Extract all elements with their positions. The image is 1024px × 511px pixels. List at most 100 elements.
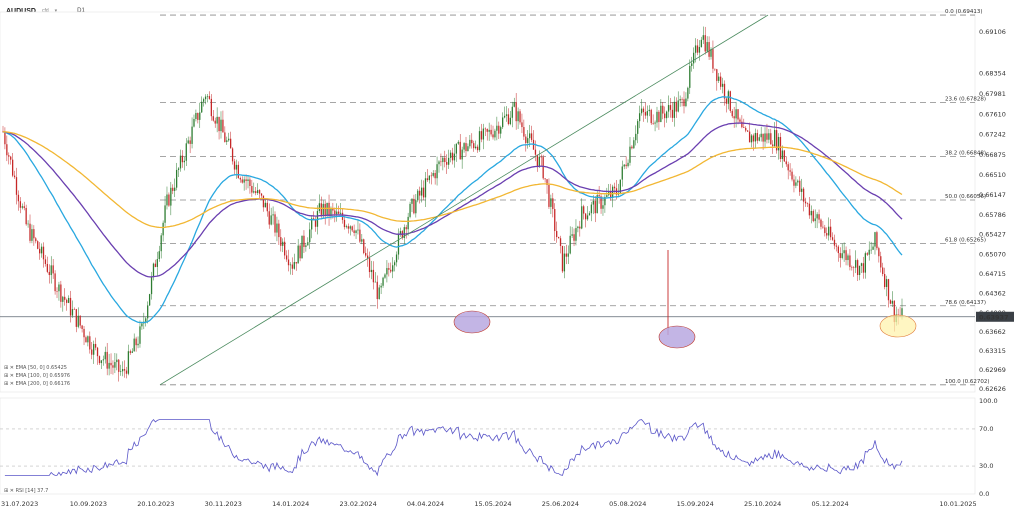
candle-body xyxy=(150,276,153,295)
candle-body xyxy=(556,231,558,238)
candle-body xyxy=(756,133,758,141)
candle-body xyxy=(139,326,141,344)
candle-body xyxy=(685,98,687,107)
candle-body xyxy=(112,365,114,368)
candle-body xyxy=(716,69,718,81)
candle-body xyxy=(689,65,691,88)
candle-body xyxy=(201,101,203,113)
candle-body xyxy=(708,42,710,57)
candle-body xyxy=(478,131,481,151)
candle-body xyxy=(588,213,591,216)
candle-body xyxy=(515,102,517,122)
candle-body xyxy=(745,127,747,131)
candle-body xyxy=(202,99,205,102)
candle-body xyxy=(521,122,523,128)
candle-body xyxy=(860,263,863,266)
price-tick-label: 0.63662 xyxy=(979,328,1006,336)
candle-body xyxy=(355,230,357,233)
candle-body xyxy=(145,318,147,322)
candle-body xyxy=(438,161,440,165)
candle-body xyxy=(353,230,355,233)
candle-body xyxy=(781,150,784,159)
date-tick-label: 05.08.2024 xyxy=(609,500,646,508)
candle-body xyxy=(260,193,263,196)
candle-body xyxy=(189,140,191,144)
price-tick-label: 0.69106 xyxy=(979,28,1006,36)
candle-body xyxy=(625,164,627,167)
candle-body xyxy=(295,262,297,264)
candle-body xyxy=(777,136,780,151)
candle-body xyxy=(772,144,774,147)
candle-body xyxy=(602,205,604,209)
candle-body xyxy=(731,110,733,117)
candle-body xyxy=(228,138,230,141)
candle-body xyxy=(801,188,803,192)
candle-body xyxy=(449,152,452,158)
candle-body xyxy=(71,309,74,316)
candle-body xyxy=(461,149,463,160)
candle-body xyxy=(440,161,442,163)
candle-body xyxy=(299,245,301,259)
candle-body xyxy=(162,222,164,236)
candle-body xyxy=(264,202,267,208)
candle-body xyxy=(66,299,68,303)
candle-body xyxy=(164,205,166,223)
candle-body xyxy=(102,359,104,361)
date-tick-label: 31.07.2023 xyxy=(1,500,38,508)
candle-body xyxy=(550,198,552,207)
candle-body xyxy=(720,76,722,87)
candle-body xyxy=(343,219,346,228)
candle-body xyxy=(339,212,342,214)
candle-body xyxy=(698,47,701,53)
candle-body xyxy=(471,139,473,144)
candle-body xyxy=(17,194,20,202)
candle-body xyxy=(482,128,485,140)
fib-level-label: 78.6 (0.64137) xyxy=(945,300,986,306)
candle-body xyxy=(77,315,79,327)
candle-body xyxy=(318,203,321,211)
candle-body xyxy=(116,359,118,363)
legend-ema200: ⊞ ✕ EMA [200, 0] 0.66176 xyxy=(4,381,71,387)
candle-body xyxy=(349,226,351,229)
candle-body xyxy=(104,351,106,360)
candle-body xyxy=(156,259,158,267)
candle-body xyxy=(822,226,824,228)
date-tick-label: 04.04.2024 xyxy=(407,500,444,508)
candle-body xyxy=(457,141,459,144)
candle-body xyxy=(513,102,515,107)
candle-body xyxy=(606,195,608,197)
candle-body xyxy=(480,131,483,140)
candle-body xyxy=(505,114,508,116)
candle-body xyxy=(62,296,64,302)
legend-rsi-text: RSI [14] 37.7 xyxy=(15,488,49,494)
price-chart[interactable]: 0.691060.683540.679810.676100.672420.668… xyxy=(0,0,1024,511)
candle-body xyxy=(575,228,577,241)
candle-body xyxy=(370,269,373,273)
candle-body xyxy=(891,300,894,304)
candle-body xyxy=(488,129,490,132)
candle-body xyxy=(48,271,50,276)
candle-body xyxy=(658,111,660,123)
candle-body xyxy=(542,157,544,179)
candle-body xyxy=(503,115,506,118)
candle-body xyxy=(39,248,41,254)
candle-body xyxy=(199,112,201,120)
price-tick-label: 0.62969 xyxy=(979,366,1006,374)
candle-body xyxy=(592,200,594,205)
candle-body xyxy=(525,136,527,143)
candle-body xyxy=(424,178,427,198)
candle-body xyxy=(671,109,674,118)
candle-body xyxy=(691,63,693,66)
candle-body xyxy=(843,250,845,254)
candle-body xyxy=(58,284,60,292)
legend-rsi: ⊞ ✕ RSI [14] 37.7 xyxy=(4,488,49,494)
candle-body xyxy=(880,256,882,268)
candle-body xyxy=(409,203,411,217)
candle-body xyxy=(413,198,415,214)
candle-body xyxy=(87,336,89,343)
candle-body xyxy=(517,111,519,122)
candle-body xyxy=(255,191,257,194)
candle-body xyxy=(262,195,265,208)
candle-body xyxy=(293,262,295,269)
candle-body xyxy=(475,146,477,149)
